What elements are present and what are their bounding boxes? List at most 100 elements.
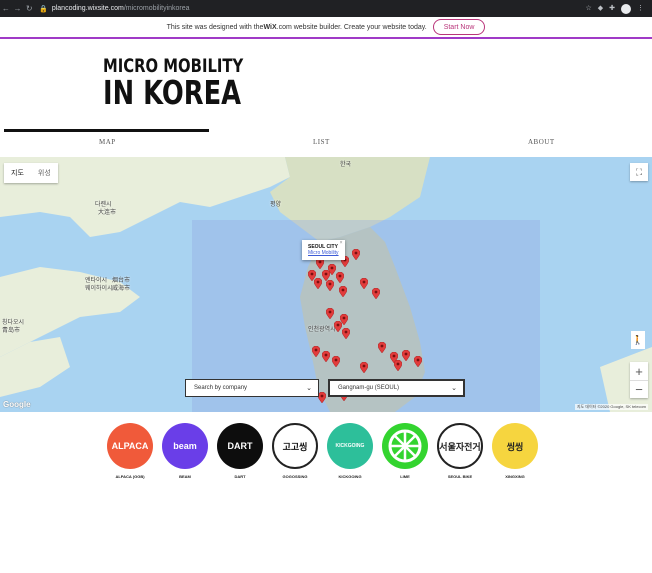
google-map[interactable]: 지도 위성 ⛶ 다롄시 大连市 평양 엔타이시 烟台市 웨이하이시 威海市 칭다오시 青岛市 한국… xyxy=(0,157,652,412)
map-marker[interactable] xyxy=(318,392,326,403)
map-marker[interactable] xyxy=(334,321,342,332)
reload-icon[interactable]: ↻ xyxy=(23,4,35,13)
company-logo-text: KICKGOING xyxy=(335,443,365,449)
map-marker[interactable] xyxy=(378,342,386,353)
map-marker[interactable] xyxy=(332,356,340,367)
map-place-label: 평양 xyxy=(270,202,282,208)
company-select-placeholder: Search by company xyxy=(194,385,248,391)
pegman-icon[interactable]: 🚶 xyxy=(631,331,645,349)
more-icon[interactable]: ⋮ xyxy=(637,4,644,14)
star-icon[interactable]: ☆ xyxy=(585,4,591,14)
company-logo-icon[interactable] xyxy=(382,423,428,469)
map-attribution: 지도 데이터 ©2020 Google, SK telecom xyxy=(574,404,648,410)
site-logo[interactable]: MICRO MOBILITY IN KOREA xyxy=(103,55,283,112)
url-path: /micromobilityinkorea xyxy=(123,5,190,12)
company-name: LIME xyxy=(400,474,410,479)
chevron-down-icon: ⌄ xyxy=(451,385,457,392)
map-place-label: 大连市 xyxy=(98,210,117,216)
map-marker[interactable] xyxy=(360,278,368,289)
company-logo-icon[interactable]: KICKGOING xyxy=(327,423,373,469)
company-item[interactable]: 고고씽 GOGOSSING xyxy=(272,423,318,479)
company-item[interactable]: ALPACA ALPACA (GGB) xyxy=(107,423,153,479)
company-name: ALPACA (GGB) xyxy=(115,474,145,479)
banner-text-before: This site was designed with the xyxy=(166,23,264,31)
start-now-button[interactable]: Start Now xyxy=(432,19,486,35)
close-icon[interactable]: × xyxy=(340,240,343,246)
company-logo-icon[interactable]: 고고씽 xyxy=(272,423,318,469)
google-logo: Google xyxy=(3,400,31,409)
company-logo-text: ALPACA xyxy=(111,441,149,451)
map-marker[interactable] xyxy=(414,356,422,367)
nav-map[interactable]: MAP xyxy=(99,138,116,146)
zoom-in-button[interactable]: + xyxy=(630,362,648,380)
map-marker[interactable] xyxy=(402,350,410,361)
lime-wheel-icon xyxy=(388,429,422,463)
company-name: XINGXING xyxy=(505,474,525,479)
map-marker[interactable] xyxy=(326,280,334,291)
map-type-satellite[interactable]: 위성 xyxy=(31,163,58,183)
logo-line2: IN KOREA xyxy=(103,73,242,112)
browser-toolbar: ← → ↻ 🔒 plancoding.wixsite.com/micromobi… xyxy=(0,0,652,17)
map-type-map[interactable]: 지도 xyxy=(4,163,31,183)
map-marker[interactable] xyxy=(360,362,368,373)
company-logo-icon[interactable]: beam xyxy=(162,423,208,469)
map-marker[interactable] xyxy=(326,308,334,319)
map-marker[interactable] xyxy=(372,288,380,299)
company-item[interactable]: 서울자전거 SEOUL BIKE xyxy=(437,423,483,479)
company-name: KICKGOING xyxy=(338,474,362,479)
chevron-down-icon: ⌄ xyxy=(306,385,312,392)
nav-about[interactable]: ABOUT xyxy=(528,138,555,146)
company-logo-icon[interactable]: ALPACA xyxy=(107,423,153,469)
wix-banner: This site was designed with the WiX .com… xyxy=(0,17,652,39)
back-icon[interactable]: ← xyxy=(0,4,12,13)
company-logo-icon[interactable]: 씽씽 xyxy=(492,423,538,469)
popup-link[interactable]: Micro Mobility xyxy=(308,250,339,256)
company-name: SEOUL BIKE xyxy=(447,474,473,479)
map-place-label: 웨이하이시 xyxy=(85,286,113,292)
map-type-toggle: 지도 위성 xyxy=(4,163,58,183)
company-logo-text: 고고씽 xyxy=(282,441,308,452)
extension-icon[interactable]: ◆ xyxy=(598,4,603,14)
map-marker[interactable] xyxy=(342,328,350,339)
map-place-label: 青岛市 xyxy=(2,328,21,334)
nav-list[interactable]: LIST xyxy=(313,138,330,146)
company-name: DART xyxy=(234,474,246,479)
company-logo-icon[interactable]: DART xyxy=(217,423,263,469)
company-item[interactable]: KICKGOING KICKGOING xyxy=(327,423,373,479)
zoom-out-button[interactable]: − xyxy=(630,380,648,398)
forward-icon[interactable]: → xyxy=(12,4,24,13)
region-select-value: Gangnam-gu (SEOUL) xyxy=(338,385,400,391)
url-host: plancoding.wixsite.com xyxy=(51,5,124,12)
company-item[interactable]: LIME xyxy=(382,423,428,479)
company-select[interactable]: Search by company ⌄ xyxy=(185,379,319,397)
map-marker[interactable] xyxy=(339,286,347,297)
map-marker[interactable] xyxy=(322,351,330,362)
company-item[interactable]: DART DART xyxy=(217,423,263,479)
map-marker[interactable] xyxy=(394,360,402,371)
company-name: BEAM xyxy=(179,474,191,479)
map-marker[interactable] xyxy=(352,249,360,260)
company-logo-text: beam xyxy=(173,441,197,451)
map-info-window: × SEOUL CITY Micro Mobility xyxy=(302,240,345,260)
map-place-label: 한국 xyxy=(340,162,352,168)
banner-text-after: .com website builder. Create your websit… xyxy=(276,23,427,31)
region-select[interactable]: Gangnam-gu (SEOUL) ⌄ xyxy=(328,379,465,397)
map-place-label: 威海市 xyxy=(112,286,131,292)
company-list: ALPACA ALPACA (GGB) beam BEAM DART DART 고고씽 GOG… xyxy=(107,423,538,479)
company-logo-text: 씽씽 xyxy=(506,441,524,452)
avatar[interactable] xyxy=(621,3,631,14)
map-marker[interactable] xyxy=(336,272,344,283)
wix-brand: WiX xyxy=(263,23,277,31)
company-item[interactable]: beam BEAM xyxy=(162,423,208,479)
puzzle-icon[interactable]: ✚ xyxy=(609,4,615,14)
company-item[interactable]: 씽씽 XINGXING xyxy=(492,423,538,479)
company-logo-icon[interactable]: 서울자전거 xyxy=(437,423,483,469)
lock-icon: 🔒 xyxy=(39,5,48,13)
map-marker[interactable] xyxy=(314,278,322,289)
company-logo-text: 서울자전거 xyxy=(439,441,481,452)
nav-active-underline xyxy=(4,129,209,132)
address-bar[interactable]: 🔒 plancoding.wixsite.com/micromobilityin… xyxy=(39,3,585,15)
fullscreen-icon[interactable]: ⛶ xyxy=(630,163,648,181)
company-logo-text: DART xyxy=(227,441,253,451)
map-marker[interactable] xyxy=(312,346,320,357)
